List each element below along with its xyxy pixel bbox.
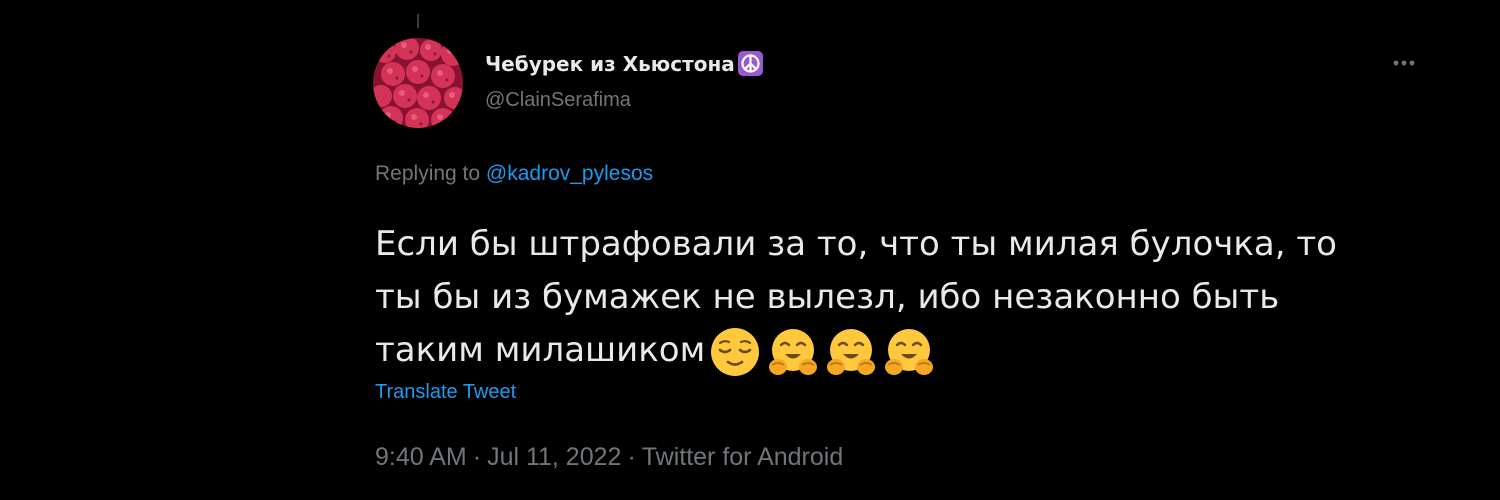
meta-separator: · bbox=[472, 443, 482, 471]
author-display-name[interactable]: Чебурек из Хьюстона bbox=[485, 50, 764, 77]
tweet-time-link[interactable]: 9:40 AM bbox=[375, 443, 467, 471]
reply-mention-link[interactable]: @kadrov_pylesos bbox=[486, 162, 653, 185]
replying-prefix: Replying to bbox=[375, 162, 481, 185]
hugging-face-icon bbox=[882, 325, 936, 379]
display-name-text: Чебурек из Хьюстона bbox=[485, 51, 735, 76]
emoji-group bbox=[708, 325, 940, 379]
tweet-text-line: Если бы штрафовали за то, что ты милая б… bbox=[375, 224, 1337, 264]
meta-separator: · bbox=[627, 443, 636, 471]
more-dots-icon bbox=[1393, 60, 1415, 66]
peace-symbol-icon bbox=[737, 50, 764, 77]
hugging-face-icon bbox=[824, 325, 878, 379]
avatar[interactable] bbox=[373, 38, 463, 128]
more-options-button[interactable] bbox=[1382, 50, 1426, 76]
tweet-text-line-last: таким милашиком bbox=[375, 324, 1405, 379]
hugging-face-icon bbox=[766, 325, 820, 379]
tweet-source: Twitter for Android bbox=[641, 443, 844, 471]
thread-connector-line bbox=[417, 14, 419, 28]
tweet-text-line: ты бы из бумажек не вылезл, ибо незаконн… bbox=[375, 277, 1280, 317]
translate-tweet-link[interactable]: Translate Tweet bbox=[375, 381, 516, 404]
tweet-date-link[interactable]: Jul 11, 2022 bbox=[487, 443, 621, 471]
raspberries-avatar-image bbox=[373, 38, 463, 128]
tweet-metadata: 9:40 AM · Jul 11, 2022 · Twitter for Android bbox=[375, 443, 843, 472]
author-handle[interactable]: @ClainSerafima bbox=[485, 89, 631, 112]
tweet-text: Если бы штрафовали за то, что ты милая б… bbox=[375, 218, 1405, 379]
replying-to: Replying to @kadrov_pylesos bbox=[375, 162, 653, 186]
tweet-text-line: таким милашиком bbox=[375, 330, 706, 370]
relieved-face-icon bbox=[708, 325, 762, 379]
